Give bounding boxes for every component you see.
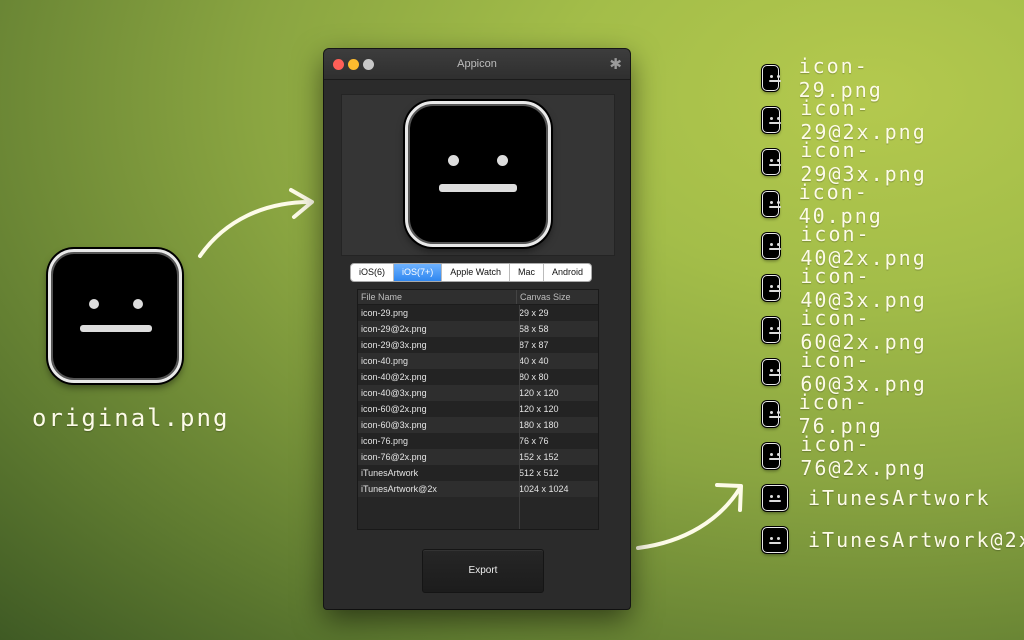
output-file-item: icon-40.png <box>762 180 892 228</box>
output-filename-label: icon-40.png <box>798 180 883 228</box>
file-name-cell: icon-29@3x.png <box>361 340 427 350</box>
icon-preview-well[interactable] <box>341 94 615 256</box>
column-header-canvas-size[interactable]: Canvas Size <box>516 290 598 304</box>
output-file-item: icon-40@3x.png <box>762 264 934 312</box>
canvas-size-cell: 40 x 40 <box>519 356 549 366</box>
file-thumbnail-icon <box>762 485 788 511</box>
file-name-cell: iTunesArtwork <box>361 468 419 478</box>
column-divider <box>519 305 520 529</box>
file-thumbnail-icon <box>762 317 781 343</box>
gear-icon[interactable]: ✱ <box>609 55 622 73</box>
tab-android[interactable]: Android <box>544 264 591 281</box>
table-row[interactable]: icon-60@2x.png 120 x 120 <box>358 401 598 417</box>
file-thumbnail-icon <box>762 275 781 301</box>
table-row[interactable]: icon-76@2x.png 152 x 152 <box>358 449 598 465</box>
output-file-item: icon-29@2x.png <box>762 96 934 144</box>
canvas-size-cell: 1024 x 1024 <box>519 484 569 494</box>
canvas-size-cell: 120 x 120 <box>519 388 559 398</box>
table-row[interactable]: icon-40@2x.png 80 x 80 <box>358 369 598 385</box>
file-name-cell: icon-40@2x.png <box>361 372 427 382</box>
file-thumbnail-icon <box>762 527 788 553</box>
table-row[interactable]: icon-60@3x.png 180 x 180 <box>358 417 598 433</box>
original-filename-label: original.png <box>32 404 230 432</box>
window-title: Appicon <box>457 58 497 70</box>
table-row[interactable]: icon-29.png 29 x 29 <box>358 305 598 321</box>
file-thumbnail-icon <box>762 149 781 175</box>
platform-segmented-control: iOS(6) iOS(7+) Apple Watch Mac Android <box>350 263 593 282</box>
file-thumbnail-icon <box>762 443 781 469</box>
file-thumbnail-icon <box>762 233 781 259</box>
table-row[interactable]: icon-40.png 40 x 40 <box>358 353 598 369</box>
output-filename-label: icon-76@2x.png <box>800 432 927 480</box>
file-thumbnail-icon <box>762 401 781 427</box>
file-thumbnail-icon <box>762 359 781 385</box>
file-name-cell: icon-76.png <box>361 436 409 446</box>
file-name-cell: icon-60@2x.png <box>361 404 427 414</box>
table-row[interactable]: iTunesArtwork@2x 1024 x 1024 <box>358 481 598 497</box>
output-filename-label: icon-76.png <box>798 390 883 438</box>
export-button[interactable]: Export <box>422 549 544 593</box>
file-thumbnail-icon <box>762 107 781 133</box>
tab-apple-watch[interactable]: Apple Watch <box>442 264 510 281</box>
file-name-cell: icon-76@2x.png <box>361 452 427 462</box>
file-name-cell: icon-29.png <box>361 308 409 318</box>
output-file-item: icon-60@3x.png <box>762 348 934 396</box>
table-row[interactable]: icon-29@3x.png 87 x 87 <box>358 337 598 353</box>
table-row[interactable]: icon-76.png 76 x 76 <box>358 433 598 449</box>
file-name-cell: icon-40@3x.png <box>361 388 427 398</box>
canvas-size-cell: 58 x 58 <box>519 324 549 334</box>
table-row[interactable]: icon-40@3x.png 120 x 120 <box>358 385 598 401</box>
tab-ios-7[interactable]: iOS(7+) <box>394 264 443 281</box>
output-filename-label: icon-29.png <box>798 54 883 102</box>
canvas-size-cell: 29 x 29 <box>519 308 549 318</box>
output-file-item: icon-29.png <box>762 54 892 102</box>
output-filename-label: icon-60@3x.png <box>800 348 927 396</box>
tab-ios-6[interactable]: iOS(6) <box>351 264 395 281</box>
file-table: File Name Canvas Size icon-29.png 29 x 29… <box>357 289 599 530</box>
column-header-file-name[interactable]: File Name <box>358 290 516 304</box>
canvas-size-cell: 180 x 180 <box>519 420 559 430</box>
canvas-size-cell: 512 x 512 <box>519 468 559 478</box>
title-bar[interactable]: Appicon ✱ <box>324 49 630 80</box>
arrow-to-window-icon <box>198 188 314 258</box>
file-name-cell: icon-29@2x.png <box>361 324 427 334</box>
canvas-size-cell: 76 x 76 <box>519 436 549 446</box>
file-name-cell: icon-60@3x.png <box>361 420 427 430</box>
file-name-cell: iTunesArtwork@2x <box>361 484 437 494</box>
file-name-cell: icon-40.png <box>361 356 409 366</box>
tab-mac[interactable]: Mac <box>510 264 544 281</box>
output-filename-label: icon-60@2x.png <box>800 306 927 354</box>
arrow-to-outputs-icon <box>636 483 743 550</box>
output-filename-label: icon-29@2x.png <box>800 96 927 144</box>
output-filename-label: icon-40@3x.png <box>800 264 927 312</box>
file-thumbnail-icon <box>762 65 781 91</box>
output-file-item: icon-29@3x.png <box>762 138 934 186</box>
output-file-item: icon-40@2x.png <box>762 222 934 270</box>
preview-app-icon <box>405 101 551 247</box>
output-filename-label: iTunesArtwork <box>808 486 991 510</box>
canvas-size-cell: 87 x 87 <box>519 340 549 350</box>
output-filename-label: icon-40@2x.png <box>800 222 927 270</box>
appicon-window: Appicon ✱ iOS(6) iOS(7+) Apple Watch Mac And… <box>324 49 630 609</box>
table-header: File Name Canvas Size <box>358 290 598 305</box>
table-row[interactable]: icon-29@2x.png 58 x 58 <box>358 321 598 337</box>
original-app-icon <box>48 249 182 383</box>
canvas-size-cell: 80 x 80 <box>519 372 549 382</box>
output-file-item: icon-76.png <box>762 390 892 438</box>
file-thumbnail-icon <box>762 191 781 217</box>
canvas-size-cell: 152 x 152 <box>519 452 559 462</box>
output-file-item: iTunesArtwork <box>762 483 991 513</box>
table-body: icon-29.png 29 x 29 icon-29@2x.png 58 x 58 i… <box>358 305 598 497</box>
output-filename-label: icon-29@3x.png <box>800 138 927 186</box>
output-filename-label: iTunesArtwork@2x <box>808 528 1024 552</box>
output-file-item: icon-60@2x.png <box>762 306 934 354</box>
table-row[interactable]: iTunesArtwork 512 x 512 <box>358 465 598 481</box>
output-file-item: icon-76@2x.png <box>762 432 934 480</box>
output-file-item: iTunesArtwork@2x <box>762 525 1024 555</box>
canvas-size-cell: 120 x 120 <box>519 404 559 414</box>
